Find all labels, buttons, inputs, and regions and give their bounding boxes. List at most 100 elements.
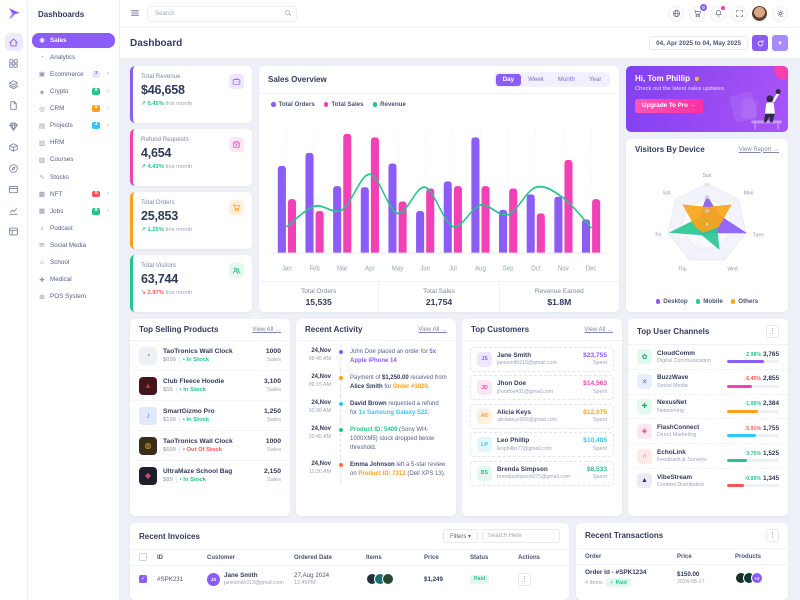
filter-dropdown-button[interactable]: ▾ bbox=[772, 35, 788, 51]
sidebar-item-crm[interactable]: ◎CRM5› bbox=[32, 101, 115, 116]
refresh-button[interactable] bbox=[752, 35, 768, 51]
activity-item: 24,Nov09:15 AM Payment of $1,250.00 rece… bbox=[296, 370, 456, 396]
activity-item: 24,Nov10:00 AM David Brown requested a r… bbox=[296, 396, 456, 422]
sidebar-item-pos-system[interactable]: ⊞ POS System bbox=[32, 289, 115, 304]
channel-change: ↓5.91% bbox=[744, 426, 761, 432]
rail-chart-button[interactable] bbox=[5, 201, 23, 219]
customer-row-leo-phillip[interactable]: LP Leo Phillipleophillip77@gmail.com $10… bbox=[470, 432, 614, 457]
settings-button[interactable] bbox=[772, 6, 788, 22]
rail-table-button[interactable] bbox=[5, 222, 23, 240]
sidebar-item-jobs[interactable]: ▦Jobs8› bbox=[32, 204, 115, 219]
select-all-checkbox[interactable] bbox=[139, 553, 147, 561]
notifications-button[interactable] bbox=[710, 6, 726, 22]
stat-card-total-revenue: Total Revenue $46,658 ↗ 0.45% this month bbox=[130, 66, 252, 123]
tab-month[interactable]: Month bbox=[551, 74, 582, 86]
customer-row-jhon-doe[interactable]: JD Jhon Doejhondoe431@gmail.com $14,563S… bbox=[470, 375, 614, 400]
product-row[interactable]: ▲ Club Fleece Hoodie $55• In Stock 3,100… bbox=[130, 371, 290, 401]
svg-text:Thu: Thu bbox=[678, 266, 687, 272]
customers-view-all-link[interactable]: View All → bbox=[584, 327, 613, 333]
channel-name: EchoLink bbox=[657, 449, 722, 456]
products-view-all-link[interactable]: View All → bbox=[252, 327, 281, 333]
activity-date: 24,Nov bbox=[303, 348, 331, 354]
timeline-dot bbox=[338, 375, 344, 381]
compass-icon bbox=[8, 163, 19, 174]
rail-home-button[interactable] bbox=[5, 33, 23, 51]
fullscreen-button[interactable] bbox=[731, 6, 747, 22]
transaction-row[interactable]: Order Id - #SPK1234 4 Items✓ Paid $150.0… bbox=[576, 565, 788, 591]
sidebar-item-crypto[interactable]: ◈Crypto6› bbox=[32, 84, 115, 99]
customer-row-brenda-simpson[interactable]: BS Brenda Simpsonbrendasimpson075@gmail.… bbox=[470, 461, 614, 486]
sidebar-item-medical[interactable]: ✚Medical bbox=[32, 272, 115, 287]
sidebar-item-label: Medical bbox=[50, 276, 72, 283]
invoices-filters-button[interactable]: Filters ▾ bbox=[443, 529, 478, 543]
row-checkbox[interactable]: ✓ bbox=[139, 575, 147, 583]
rail-box-button[interactable] bbox=[5, 138, 23, 156]
table-icon bbox=[8, 226, 19, 237]
transactions-menu-button[interactable]: ⋮ bbox=[766, 529, 779, 542]
sidebar-badge: 6 bbox=[92, 88, 100, 95]
rail-gem-button[interactable] bbox=[5, 117, 23, 135]
product-row[interactable]: ◆ UltraMaze School Bag $89• In Stock 2,1… bbox=[130, 461, 290, 490]
product-price: $55 bbox=[163, 387, 173, 393]
right-column: Hi, Tom Phillip Check out the latest sal… bbox=[626, 66, 788, 312]
svg-text:40: 40 bbox=[704, 195, 710, 200]
product-price: $199 bbox=[163, 417, 176, 423]
sidebar-item-social-media[interactable]: ✉Social Media bbox=[32, 238, 115, 253]
customer-amount: $10,485 bbox=[583, 437, 607, 444]
sidebar-item-ecommerce[interactable]: ▣Ecommerce3› bbox=[32, 67, 115, 82]
wave-hand-icon bbox=[693, 75, 701, 83]
upgrade-to-pro-button[interactable]: Upgrade To Pro → bbox=[635, 99, 703, 113]
invoices-search-input[interactable] bbox=[482, 529, 560, 543]
pos-icon: ⊞ bbox=[38, 293, 46, 301]
svg-text:Mon: Mon bbox=[744, 191, 754, 197]
sidebar-item-courses[interactable]: ▧Courses bbox=[32, 153, 115, 168]
svg-text:Jun: Jun bbox=[420, 265, 430, 273]
tab-day[interactable]: Day bbox=[496, 74, 521, 86]
svg-text:Aug: Aug bbox=[475, 265, 486, 273]
search-input[interactable] bbox=[147, 6, 297, 22]
sidebar-item-podcast[interactable]: ♪Podcast bbox=[32, 221, 115, 236]
sidebar-item-analytics[interactable]: ◔Analytics bbox=[32, 50, 115, 65]
rail-pages-button[interactable] bbox=[5, 96, 23, 114]
rail-apps-button[interactable] bbox=[5, 54, 23, 72]
sidebar-item-stocks[interactable]: ∿Stocks bbox=[32, 170, 115, 185]
team-icon: ▥ bbox=[38, 139, 46, 147]
view-report-link[interactable]: View Report → bbox=[739, 147, 779, 153]
sidebar-item-projects[interactable]: ▤Projects4› bbox=[32, 118, 115, 133]
cart-button[interactable]: 0 bbox=[689, 6, 705, 22]
sidebar-item-nft[interactable]: ▩NFT6› bbox=[32, 187, 115, 202]
globe-icon bbox=[672, 9, 681, 18]
product-row[interactable]: ◍ TaoTronics Wall Clock $699• Out Of Sto… bbox=[130, 431, 290, 461]
sidebar-item-label: POS System bbox=[50, 293, 86, 300]
pages-icon bbox=[8, 100, 19, 111]
user-avatar[interactable] bbox=[752, 6, 767, 21]
tab-week[interactable]: Week bbox=[521, 74, 551, 86]
channel-category: Networking bbox=[657, 408, 722, 414]
invoice-actions-button[interactable]: ⋮ bbox=[518, 573, 531, 586]
sidebar-item-school[interactable]: ⌂School bbox=[32, 255, 115, 270]
product-sales-count: 1000 bbox=[266, 438, 281, 445]
rail-compass-button[interactable] bbox=[5, 159, 23, 177]
product-row[interactable]: ♪ SmartGizmo Pro $199• In Stock 1,250 Sa… bbox=[130, 401, 290, 431]
customer-row-alicia-keys[interactable]: AK Alicia Keysaliciakeys966@gmail.com $1… bbox=[470, 404, 614, 429]
channels-menu-button[interactable]: ⋮ bbox=[766, 325, 779, 338]
customer-row-jane-smith[interactable]: JS Jane Smithjanesmith215@gmail.com $23,… bbox=[470, 347, 614, 372]
channel-value: 2,384 bbox=[763, 400, 779, 407]
date-range-picker[interactable]: 04, Apr 2025 to 04, May 2025 bbox=[649, 36, 748, 50]
more-products-badge: +2 bbox=[751, 572, 763, 584]
rail-card-button[interactable] bbox=[5, 180, 23, 198]
activity-text: John Doe placed an order for 5x Apple iP… bbox=[350, 348, 447, 366]
app-logo[interactable] bbox=[6, 6, 22, 22]
tab-year[interactable]: Year bbox=[582, 74, 609, 86]
stat-change: ↗ 4.43% this month bbox=[141, 164, 244, 170]
hamburger-menu-icon[interactable] bbox=[130, 6, 140, 21]
activity-view-all-link[interactable]: View All → bbox=[418, 327, 447, 333]
activity-item: 24,Nov08:45 AM John Doe placed an order … bbox=[296, 344, 456, 370]
language-globe-button[interactable] bbox=[668, 6, 684, 22]
sidebar-item-sales[interactable]: ◉Sales bbox=[32, 33, 115, 48]
product-row[interactable]: ◔ TaoTronics Wall Clock $699• In Stock 1… bbox=[130, 341, 290, 371]
sidebar-item-hrm[interactable]: ▥HRM bbox=[32, 136, 115, 151]
invoice-row-spk231[interactable]: ✓ #SPK231 JSJane Smithjanesmith213@gmail… bbox=[130, 566, 569, 592]
rail-layers-button[interactable] bbox=[5, 75, 23, 93]
timeline-dot bbox=[338, 349, 344, 355]
